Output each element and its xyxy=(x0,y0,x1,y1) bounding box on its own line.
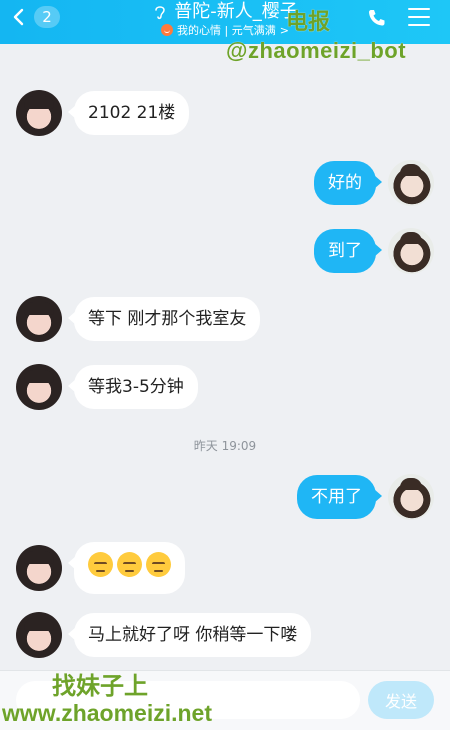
message-item: 2102 21楼 xyxy=(16,90,190,136)
phone-icon[interactable] xyxy=(366,7,388,29)
watermark-text: 电报 xyxy=(286,9,331,34)
message-bubble[interactable]: 马上就好了呀 你稍等一下喽 xyxy=(67,613,312,657)
message-item: 好的 xyxy=(314,160,434,206)
message-item: 不用了 xyxy=(297,474,434,520)
message-timestamp: 昨天 19:09 xyxy=(193,439,257,453)
contact-name: 普陀-新人_樱子 xyxy=(174,1,298,22)
message-bubble[interactable]: 等我3-5分钟 xyxy=(68,365,198,409)
message-item: 等下 刚才那个我室友 xyxy=(16,296,261,342)
message-item: 等我3-5分钟 xyxy=(16,364,198,410)
pensive-emoji-icon xyxy=(88,552,113,577)
self-avatar[interactable] xyxy=(388,474,434,520)
message-bubble[interactable]: 等下 刚才那个我室友 xyxy=(67,297,261,341)
contact-status: 我的心情 | 元气满满 xyxy=(177,24,276,37)
emoji-row xyxy=(88,552,171,577)
watermark-text: www.zhaomeizi.net xyxy=(2,700,213,726)
message-bubble[interactable] xyxy=(68,542,185,594)
ear-icon xyxy=(155,6,166,20)
watermark-text: 找妹子上 xyxy=(52,673,148,700)
contact-avatar[interactable] xyxy=(16,296,62,342)
pensive-emoji-icon xyxy=(117,552,142,577)
menu-icon[interactable] xyxy=(408,8,430,28)
message-item xyxy=(16,542,185,594)
message-item: 马上就好了呀 你稍等一下喽 xyxy=(16,612,312,658)
send-button[interactable]: 发送 xyxy=(368,681,434,719)
message-item: 到了 xyxy=(314,228,434,274)
watermark-text: @zhaomeizi_bot xyxy=(226,38,407,63)
contact-avatar[interactable] xyxy=(16,545,62,591)
self-avatar[interactable] xyxy=(388,228,434,274)
message-list[interactable]: 2102 21楼 好的 到了 等下 刚才那个我室友 等我3-5分钟 昨天 19:… xyxy=(0,44,450,670)
pensive-emoji-icon xyxy=(146,552,171,577)
self-avatar[interactable] xyxy=(388,160,434,206)
message-bubble[interactable]: 好的 xyxy=(314,161,382,205)
message-bubble[interactable]: 2102 21楼 xyxy=(67,91,190,135)
contact-avatar[interactable] xyxy=(16,364,62,410)
mood-icon xyxy=(161,24,174,36)
contact-avatar[interactable] xyxy=(16,90,62,136)
message-bubble[interactable]: 到了 xyxy=(314,229,382,273)
message-bubble[interactable]: 不用了 xyxy=(297,475,382,519)
contact-avatar[interactable] xyxy=(16,612,62,658)
